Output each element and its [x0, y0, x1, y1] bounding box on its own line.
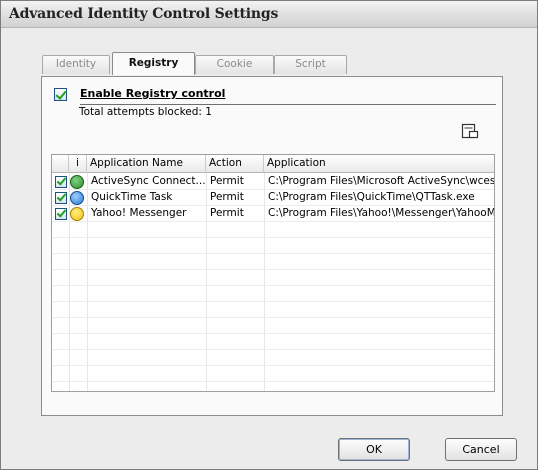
cancel-button-label: Cancel: [462, 443, 500, 456]
grid-line: [52, 317, 494, 318]
app-action: Permit: [210, 207, 244, 219]
grid-line: [52, 285, 494, 286]
grid-line: [52, 189, 494, 190]
window-title: Advanced Identity Control Settings: [9, 6, 279, 22]
grid-line: [52, 253, 494, 254]
export-icon[interactable]: [461, 123, 479, 139]
blocked-count-text: Total attempts blocked: 1: [79, 106, 212, 118]
applications-table: i Application Name Action Application Ac…: [51, 154, 495, 392]
enable-registry-label[interactable]: Enable Registry control: [80, 87, 225, 100]
row-checkbox[interactable]: [55, 176, 67, 188]
cancel-button[interactable]: Cancel: [445, 438, 517, 461]
row-checkbox[interactable]: [55, 208, 67, 220]
grid-line: [52, 269, 494, 270]
app-name: ActiveSync Connect...: [91, 175, 206, 187]
tab-script[interactable]: Script: [274, 55, 347, 74]
table-row[interactable]: QuickTime Task Permit C:\Program Files\Q…: [52, 190, 494, 206]
yahoo-messenger-icon: [70, 207, 84, 221]
header-application-name[interactable]: Application Name: [87, 155, 206, 173]
app-name: QuickTime Task: [91, 191, 173, 203]
grid-line: [52, 333, 494, 334]
registry-panel: Enable Registry control Total attempts b…: [41, 76, 503, 416]
grid-line: [52, 365, 494, 366]
quicktime-icon: [70, 191, 84, 205]
table-row[interactable]: ActiveSync Connect... Permit C:\Program …: [52, 174, 494, 190]
grid-line: [52, 381, 494, 382]
table-row[interactable]: Yahoo! Messenger Permit C:\Program Files…: [52, 206, 494, 222]
app-action: Permit: [210, 175, 244, 187]
app-path: C:\Program Files\Microsoft ActiveSync\wc…: [268, 175, 495, 187]
grid-line: [52, 301, 494, 302]
header-check[interactable]: [52, 155, 69, 173]
grid-line: [52, 349, 494, 350]
app-action: Permit: [210, 191, 244, 203]
table-header: i Application Name Action Application: [52, 155, 494, 173]
row-checkbox[interactable]: [55, 192, 67, 204]
grid-line: [52, 221, 494, 222]
grid-line: [52, 205, 494, 206]
app-path: C:\Program Files\QuickTime\QTTask.exe: [268, 191, 475, 203]
settings-window: Advanced Identity Control Settings Ident…: [0, 0, 538, 470]
activesync-icon: [70, 175, 84, 189]
tab-cookie[interactable]: Cookie: [195, 55, 274, 74]
header-application[interactable]: Application: [264, 155, 494, 173]
app-name: Yahoo! Messenger: [91, 207, 187, 219]
title-bar: Advanced Identity Control Settings: [1, 1, 537, 28]
grid-line: [52, 237, 494, 238]
ok-button-label: OK: [366, 443, 382, 456]
section-divider: [80, 104, 496, 105]
header-i[interactable]: i: [69, 155, 87, 173]
tab-registry[interactable]: Registry: [112, 52, 195, 75]
enable-registry-checkbox[interactable]: [54, 88, 67, 101]
tab-identity[interactable]: Identity: [42, 55, 110, 74]
ok-button[interactable]: OK: [338, 438, 410, 461]
header-action[interactable]: Action: [206, 155, 264, 173]
enable-registry-row: Enable Registry control: [54, 87, 496, 105]
app-path: C:\Program Files\Yahoo!\Messenger\YahooM…: [268, 207, 495, 219]
